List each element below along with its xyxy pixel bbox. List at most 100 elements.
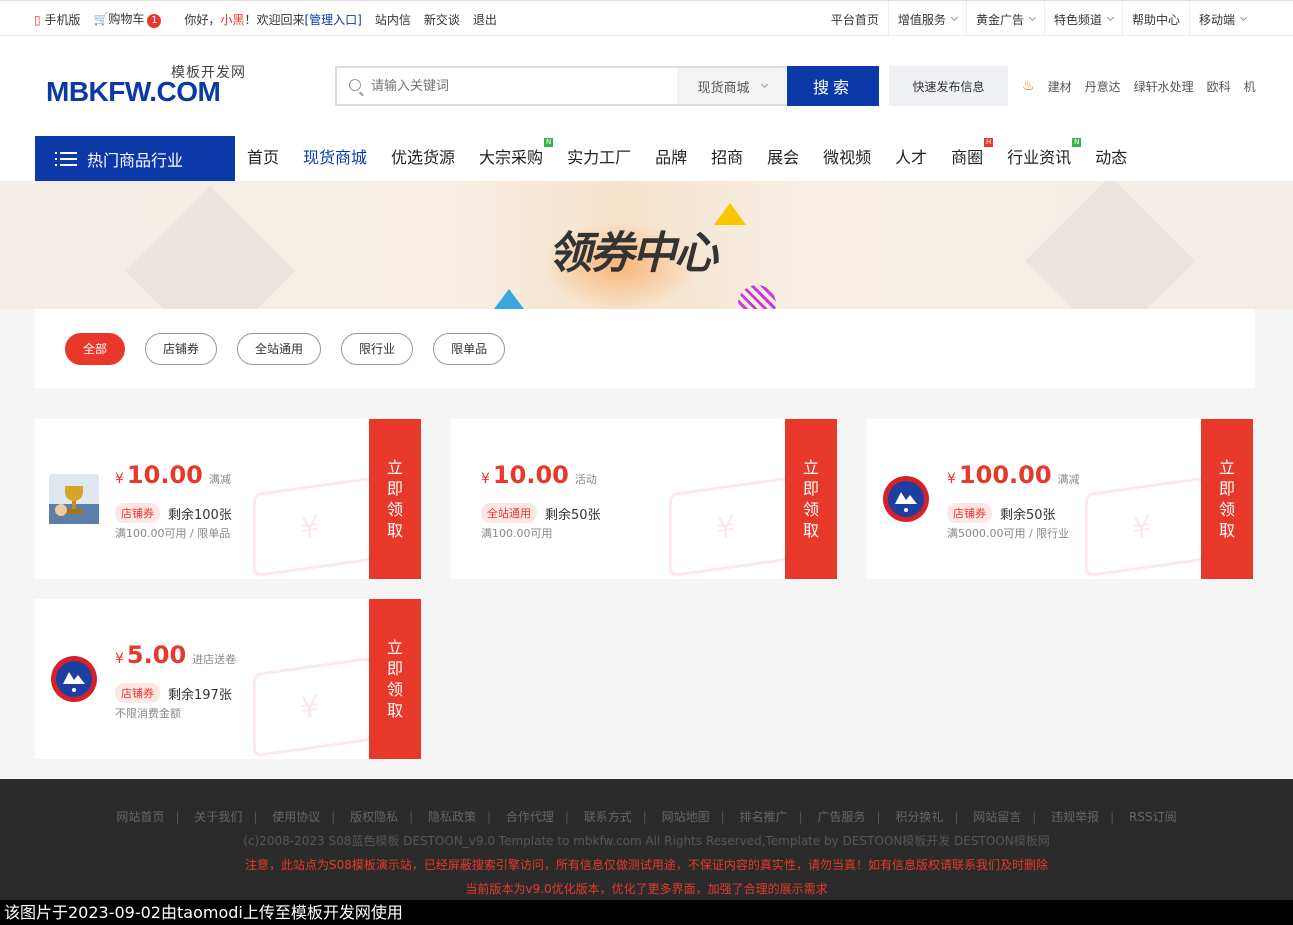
nav-item-video[interactable]: 微视频: [823, 144, 871, 168]
logout-link[interactable]: 退出: [473, 11, 497, 28]
coupon-watermark-icon: [669, 476, 789, 578]
coupon-condition: 满5000.00可用 / 限行业: [947, 527, 1070, 540]
cart-icon: 🛒: [93, 12, 109, 27]
top-nav-value-service[interactable]: 增值服务: [887, 1, 966, 37]
footer-link[interactable]: 隐私政策: [428, 810, 476, 824]
footer-link[interactable]: 关于我们: [194, 810, 242, 824]
search-box: 现货商城 搜索: [335, 66, 879, 106]
footer-copyright: (c)2008-2023 S08蓝色模板 DESTOON_v9.0 Templa…: [243, 834, 1050, 848]
new-badge-icon: N: [544, 138, 554, 147]
shop-avatar-emblem: [51, 656, 97, 702]
hot-word[interactable]: 欧科: [1207, 78, 1231, 95]
footer-link[interactable]: 网站留言: [973, 810, 1021, 824]
footer-link[interactable]: 使用协议: [272, 810, 320, 824]
filter-sitewide[interactable]: 全站通用: [237, 332, 322, 365]
nav-item-talent[interactable]: 人才: [895, 144, 927, 168]
coupon-watermark-icon: [1085, 476, 1205, 578]
coupon-card: ¥100.00满减 店铺券剩余50张 满5000.00可用 / 限行业 立即领取: [867, 419, 1253, 579]
footer: 网站首页 | 关于我们 | 使用协议 | 版权隐私 | 隐私政策 | 合作代理 | 联系方式…: [0, 779, 1293, 900]
nav-item-invest[interactable]: 招商: [711, 144, 743, 168]
footer-link[interactable]: 积分换礼: [895, 810, 943, 824]
admin-link[interactable]: [管理入口]: [304, 13, 361, 27]
footer-link[interactable]: 网站地图: [662, 810, 710, 824]
cart-count-badge: 1: [147, 13, 162, 28]
shop-avatar-trophy: [49, 474, 99, 524]
search-input[interactable]: [337, 68, 677, 104]
mobile-link[interactable]: ▯ 手机版: [34, 11, 80, 28]
footer-link[interactable]: 合作代理: [506, 810, 554, 824]
search-button[interactable]: 搜索: [787, 66, 879, 106]
footer-link[interactable]: 违规举报: [1051, 810, 1099, 824]
trade-link[interactable]: 新交谈: [424, 11, 460, 28]
username-link[interactable]: 小黑: [220, 13, 244, 27]
coupon-watermark-icon: [253, 476, 373, 578]
coupon-condition: 不限消费金额: [115, 707, 181, 720]
top-nav-channels[interactable]: 特色频道: [1043, 1, 1122, 37]
chevron-down-icon: [950, 13, 958, 21]
search-icon: [349, 79, 361, 91]
top-bar: ▯ 手机版 🛒购物车 1 你好，小黑！欢迎回来[管理入口] 站内信 新交谈 退出 …: [0, 0, 1293, 37]
nav-item-dynamic[interactable]: 动态: [1095, 144, 1127, 168]
coupon-card: ¥10.00满减 店铺券剩余100张 满100.00可用 / 限单品 立即领取: [35, 419, 421, 579]
site-logo[interactable]: 模板开发网 MBKFW.COM: [46, 60, 246, 110]
hot-word[interactable]: 机: [1244, 78, 1256, 95]
hot-word[interactable]: 丹意达: [1085, 78, 1121, 95]
cart-link[interactable]: 🛒购物车 1: [93, 10, 162, 28]
top-nav-gold-ads[interactable]: 黄金广告: [965, 1, 1044, 37]
coupon-banner: 领券中心: [0, 181, 1293, 309]
nav-item-news[interactable]: 行业资讯 N: [1007, 138, 1082, 168]
menu-icon: [55, 151, 77, 167]
hot-badge-icon: H: [984, 138, 994, 147]
coupon-value: 100.00: [958, 461, 1052, 489]
nav-item-bulk[interactable]: 大宗采购 N: [479, 138, 554, 168]
inbox-link[interactable]: 站内信: [375, 11, 411, 28]
flame-icon: ♨: [1022, 78, 1035, 94]
footer-link[interactable]: 网站首页: [116, 810, 164, 824]
hot-word[interactable]: 建材: [1048, 78, 1072, 95]
top-nav-help[interactable]: 帮助中心: [1121, 1, 1189, 37]
filter-all[interactable]: 全部: [65, 332, 126, 365]
claim-coupon-button[interactable]: 立即领取: [365, 599, 421, 759]
coupon-value: 5.00: [126, 641, 187, 669]
striped-circle-decoration: [738, 285, 776, 309]
triangle-decoration: [494, 289, 524, 309]
nav-item-expo[interactable]: 展会: [767, 144, 799, 168]
filter-shop[interactable]: 店铺券: [145, 332, 218, 365]
coupon-card: ¥5.00进店送卷 店铺券剩余197张 不限消费金额 立即领取: [35, 599, 421, 759]
filter-industry[interactable]: 限行业: [341, 332, 414, 365]
upload-watermark: 该图片于2023-09-02由taomodi上传至模板开发网使用: [0, 900, 1293, 925]
filter-product[interactable]: 限单品: [433, 332, 506, 365]
claim-coupon-button[interactable]: 立即领取: [365, 419, 421, 579]
category-menu-button[interactable]: 热门商品行业: [35, 136, 235, 181]
claim-coupon-button[interactable]: 立即领取: [781, 419, 837, 579]
claim-coupon-button[interactable]: 立即领取: [1197, 419, 1253, 579]
nav-item-source[interactable]: 优选货源: [391, 144, 455, 168]
footer-link[interactable]: RSS订阅: [1129, 810, 1177, 824]
top-nav-mobile[interactable]: 移动端: [1188, 1, 1255, 37]
coupon-remaining: 剩余197张: [168, 687, 232, 703]
coupon-tag: 店铺券: [947, 503, 992, 523]
publish-button[interactable]: 快速发布信息: [889, 66, 1008, 106]
hot-word[interactable]: 绿轩水处理: [1134, 78, 1194, 95]
triangle-decoration: [714, 203, 746, 225]
banner-title: 领券中心: [548, 228, 718, 279]
footer-link[interactable]: 联系方式: [584, 810, 632, 824]
hot-words: ♨ 建材 丹意达 绿轩水处理 欧科 机: [1022, 66, 1256, 106]
coupon-tag: 全站通用: [481, 503, 537, 523]
footer-link[interactable]: 排名推广: [740, 810, 788, 824]
top-nav-home[interactable]: 平台首页: [822, 1, 888, 37]
search-scope-select[interactable]: 现货商城: [677, 68, 787, 104]
nav-item-factory[interactable]: 实力工厂: [567, 144, 631, 168]
nav-item-brand[interactable]: 品牌: [655, 144, 687, 168]
nav-item-home[interactable]: 首页: [247, 144, 279, 168]
footer-link[interactable]: 版权隐私: [350, 810, 398, 824]
nav-item-circle[interactable]: 商圈 H: [951, 138, 994, 168]
chevron-down-icon: [1239, 13, 1248, 21]
coupon-condition: 满100.00可用 / 限单品: [115, 527, 231, 540]
coupon-tag: 店铺券: [115, 503, 160, 523]
phone-icon: ▯: [34, 12, 41, 27]
footer-link[interactable]: 广告服务: [817, 810, 865, 824]
main-nav: 热门商品行业 首页 现货商城 优选货源 大宗采购 N 实力工厂 品牌 招商 展会 …: [0, 136, 1293, 181]
coupon-value: 10.00: [126, 461, 203, 489]
nav-item-spot-mall[interactable]: 现货商城: [303, 144, 367, 168]
